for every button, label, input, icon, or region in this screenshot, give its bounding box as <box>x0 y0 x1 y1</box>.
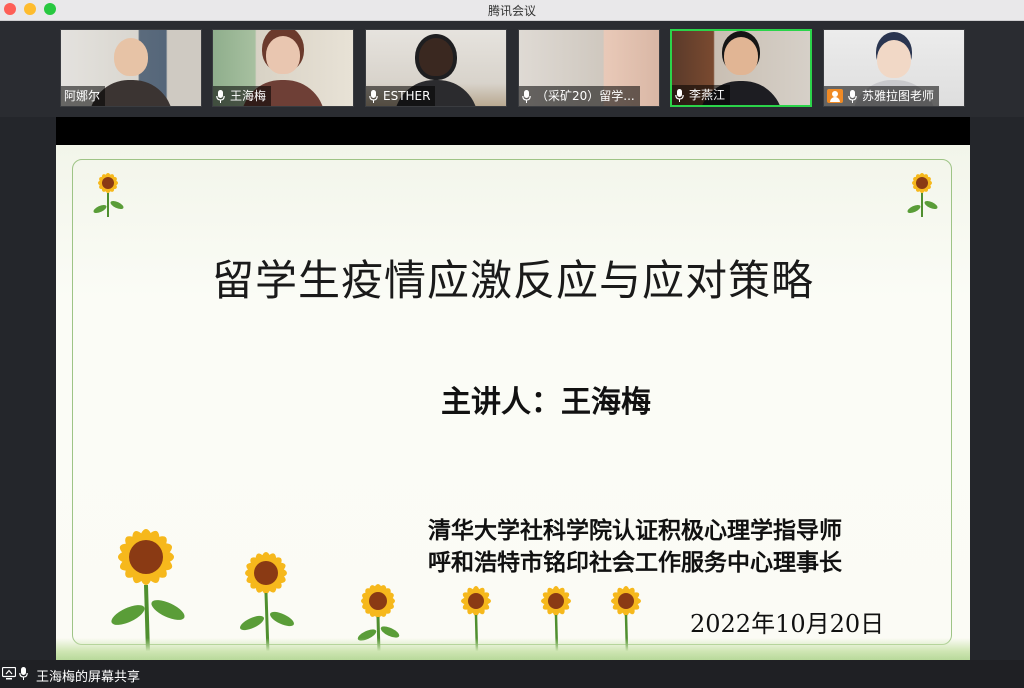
participant-name: 苏雅拉图老师 <box>862 89 935 103</box>
participant-tile[interactable]: 阿娜尔 <box>60 29 202 107</box>
presentation-slide: 留学生疫情应激反应与应对策略 主讲人：王海梅 清华大学社科学院认证积极心理学指导… <box>56 145 970 660</box>
participant-name: 李燕江 <box>689 88 726 102</box>
participant-tile[interactable]: 王海梅 <box>212 29 354 107</box>
participant-name: 阿娜尔 <box>64 89 101 103</box>
participant-name-tag: （采矿20）留学... <box>519 86 640 106</box>
screen-share-label: 王海梅的屏幕共享 <box>36 670 141 685</box>
sunflower-icon <box>93 173 124 217</box>
microphone-icon <box>19 667 28 680</box>
sunflower-icon <box>111 529 400 654</box>
microphone-icon <box>848 89 857 103</box>
participant-tile[interactable]: 苏雅拉图老师 <box>823 29 965 107</box>
microphone-icon <box>216 89 225 103</box>
microphone-icon <box>675 88 684 102</box>
slide-grass-decoration <box>56 638 970 660</box>
microphone-icon <box>522 89 531 103</box>
window-title-bar: 腾讯会议 <box>0 0 1024 21</box>
participant-name-tag: 王海梅 <box>213 86 272 106</box>
participant-name-tag: 李燕江 <box>672 85 731 105</box>
participant-name: ESTHER <box>383 89 431 103</box>
slide-credential: 清华大学社科学院认证积极心理学指导师 <box>428 517 842 544</box>
participant-strip: 阿娜尔 王海梅 ESTHER （采矿20）留学... 李燕江 苏雅拉图老师 <box>0 21 1024 117</box>
screen-share-icon <box>2 667 16 680</box>
slide-credential: 呼和浩特市铭印社会工作服务中心理事长 <box>428 549 842 576</box>
shared-screen[interactable]: 留学生疫情应激反应与应对策略 主讲人：王海梅 清华大学社科学院认证积极心理学指导… <box>56 117 970 660</box>
participant-tile-active-speaker[interactable]: 李燕江 <box>670 29 812 107</box>
participant-name-tag: ESTHER <box>366 86 436 106</box>
slide-date: 2022年10月20日 <box>690 610 885 638</box>
participant-name-tag: 阿娜尔 <box>61 86 106 106</box>
participant-tile[interactable]: ESTHER <box>365 29 507 107</box>
screen-share-status-bar: 王海梅的屏幕共享 <box>0 660 1024 688</box>
sunflower-icon <box>907 173 938 217</box>
participant-name-tag: 苏雅拉图老师 <box>824 86 940 106</box>
window-title: 腾讯会议 <box>487 4 536 18</box>
participant-name: （采矿20）留学... <box>536 89 635 103</box>
microphone-icon <box>369 89 378 103</box>
host-icon <box>827 89 843 103</box>
slide-speaker: 主讲人：王海梅 <box>441 385 651 420</box>
slide-title: 留学生疫情应激反应与应对策略 <box>211 256 814 305</box>
participant-tile[interactable]: （采矿20）留学... <box>518 29 660 107</box>
participant-name: 王海梅 <box>230 89 267 103</box>
